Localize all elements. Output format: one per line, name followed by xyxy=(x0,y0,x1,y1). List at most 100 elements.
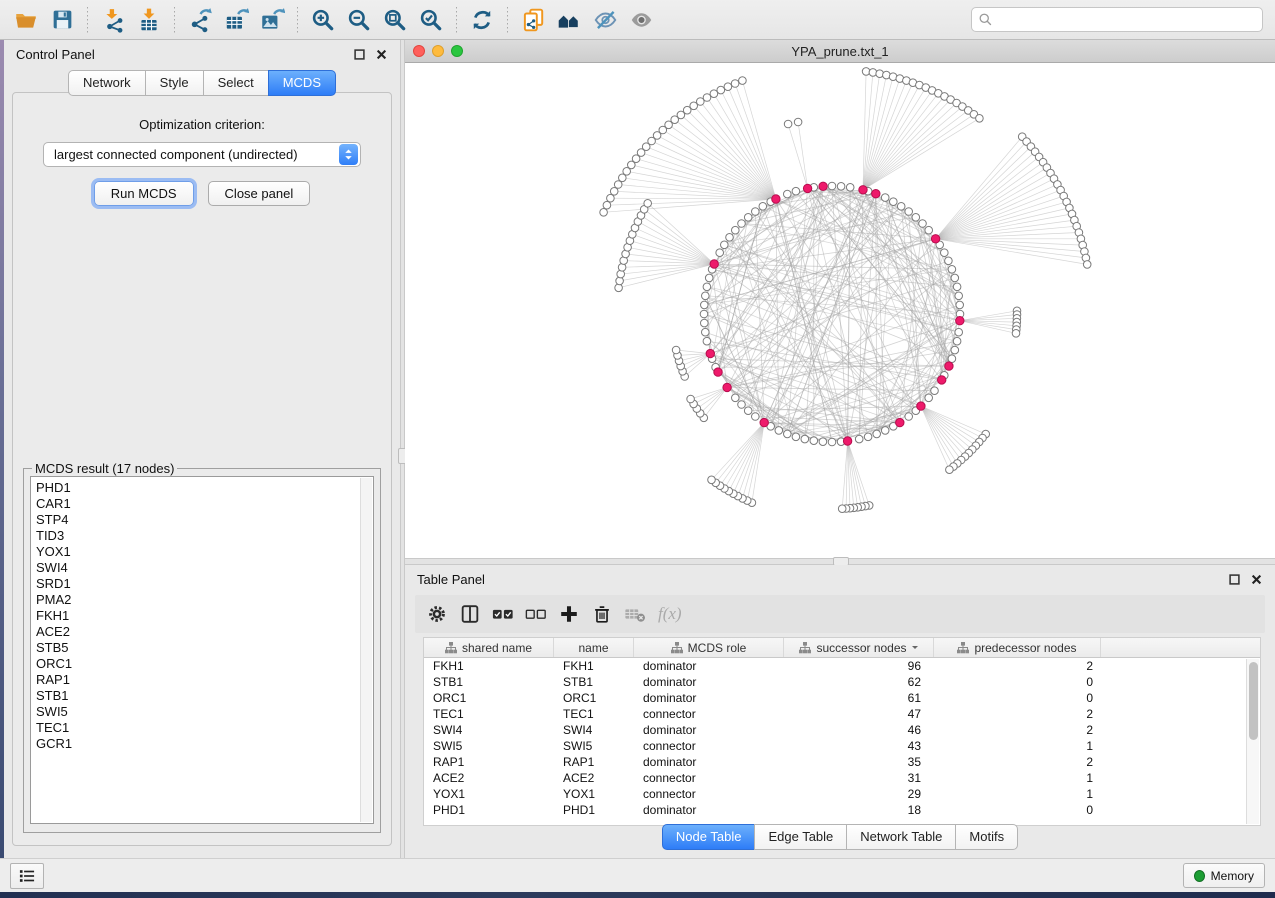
delete-table-button[interactable] xyxy=(621,599,649,629)
network-node[interactable] xyxy=(828,438,836,446)
float-panel-icon[interactable] xyxy=(352,47,366,61)
function-builder-button[interactable]: f(x) xyxy=(654,604,682,624)
network-node[interactable] xyxy=(703,94,711,102)
table-scrollbar-thumb[interactable] xyxy=(1249,662,1258,740)
mcds-result-item[interactable]: ACE2 xyxy=(36,624,373,640)
network-node-selected[interactable] xyxy=(714,368,722,376)
mcds-result-item[interactable]: SRD1 xyxy=(36,576,373,592)
column-header-shared-name[interactable]: shared name xyxy=(424,638,554,657)
table-row[interactable]: ACE2ACE2connector311 xyxy=(424,770,1260,786)
network-node[interactable] xyxy=(955,328,963,336)
export-table-button[interactable] xyxy=(218,4,254,36)
zoom-selected-button[interactable] xyxy=(413,4,449,36)
mcds-result-item[interactable]: TEC1 xyxy=(36,720,373,736)
network-node-selected[interactable] xyxy=(945,362,953,370)
table-row[interactable]: RAP1RAP1dominator352 xyxy=(424,754,1260,770)
tab-network-table[interactable]: Network Table xyxy=(846,824,956,850)
network-node-selected[interactable] xyxy=(706,349,714,357)
clone-network-button[interactable] xyxy=(515,4,551,36)
network-node[interactable] xyxy=(792,187,800,195)
network-node[interactable] xyxy=(948,355,956,363)
refresh-view-button[interactable] xyxy=(464,4,500,36)
mcds-result-item[interactable]: SWI5 xyxy=(36,704,373,720)
network-node[interactable] xyxy=(945,257,953,265)
mcds-result-item[interactable]: STB1 xyxy=(36,688,373,704)
export-network-button[interactable] xyxy=(182,4,218,36)
mcds-result-item[interactable]: PMA2 xyxy=(36,592,373,608)
column-header-name[interactable]: name xyxy=(554,638,634,657)
network-node[interactable] xyxy=(726,234,734,242)
run-mcds-button[interactable]: Run MCDS xyxy=(94,181,194,206)
mcds-result-item[interactable]: RAP1 xyxy=(36,672,373,688)
network-node[interactable] xyxy=(869,69,877,77)
network-node[interactable] xyxy=(784,120,792,128)
network-node[interactable] xyxy=(838,505,846,513)
mcds-result-item[interactable]: GCR1 xyxy=(36,736,373,752)
mcds-result-item[interactable]: SWI4 xyxy=(36,560,373,576)
column-header-successor-nodes[interactable]: successor nodes xyxy=(784,638,934,657)
close-panel-icon[interactable] xyxy=(374,47,388,61)
network-node[interactable] xyxy=(976,115,984,123)
network-node-selected[interactable] xyxy=(917,402,925,410)
import-network-button[interactable] xyxy=(95,4,131,36)
network-node[interactable] xyxy=(792,433,800,441)
network-node[interactable] xyxy=(925,394,933,402)
network-node[interactable] xyxy=(708,476,716,484)
network-node-selected[interactable] xyxy=(772,195,780,203)
network-node[interactable] xyxy=(953,283,961,291)
network-node[interactable] xyxy=(724,83,732,91)
network-node[interactable] xyxy=(732,226,740,234)
close-panel-icon[interactable] xyxy=(1249,572,1263,586)
mcds-result-item[interactable]: TID3 xyxy=(36,528,373,544)
network-node-selected[interactable] xyxy=(938,376,946,384)
network-node[interactable] xyxy=(946,466,954,474)
network-node[interactable] xyxy=(912,214,920,222)
network-node[interactable] xyxy=(775,427,783,435)
mcds-result-item[interactable]: PHD1 xyxy=(36,480,373,496)
network-node[interactable] xyxy=(687,395,695,403)
network-node[interactable] xyxy=(721,241,729,249)
network-node[interactable] xyxy=(752,208,760,216)
table-row[interactable]: ORC1ORC1dominator610 xyxy=(424,690,1260,706)
network-node[interactable] xyxy=(828,182,836,190)
select-all-columns-button[interactable] xyxy=(489,599,517,629)
network-node[interactable] xyxy=(607,194,615,202)
network-node[interactable] xyxy=(703,337,711,345)
network-node[interactable] xyxy=(731,80,739,88)
table-row[interactable]: YOX1YOX1connector291 xyxy=(424,786,1260,802)
network-node[interactable] xyxy=(956,301,964,309)
network-node[interactable] xyxy=(864,433,872,441)
hide-selected-button[interactable] xyxy=(587,4,623,36)
network-node[interactable] xyxy=(801,435,809,443)
network-node[interactable] xyxy=(890,198,898,206)
network-node[interactable] xyxy=(919,220,927,228)
network-node[interactable] xyxy=(702,292,710,300)
network-node[interactable] xyxy=(948,266,956,274)
table-row[interactable]: FKH1FKH1dominator962 xyxy=(424,658,1260,674)
network-canvas[interactable] xyxy=(405,63,1275,558)
open-file-button[interactable] xyxy=(8,4,44,36)
show-columns-button[interactable] xyxy=(456,599,484,629)
mcds-result-item[interactable]: STB5 xyxy=(36,640,373,656)
network-node[interactable] xyxy=(752,413,760,421)
network-node[interactable] xyxy=(744,407,752,415)
mcds-result-list[interactable]: PHD1CAR1STP4TID3YOX1SWI4SRD1PMA2FKH1ACE2… xyxy=(30,476,374,824)
network-node[interactable] xyxy=(603,201,611,209)
network-node[interactable] xyxy=(784,430,792,438)
float-panel-icon[interactable] xyxy=(1227,572,1241,586)
tab-mcds[interactable]: MCDS xyxy=(268,70,336,96)
network-node-selected[interactable] xyxy=(819,182,827,190)
network-node[interactable] xyxy=(710,90,718,98)
network-node[interactable] xyxy=(700,310,708,318)
task-history-button[interactable] xyxy=(10,863,44,889)
tab-network[interactable]: Network xyxy=(68,70,146,96)
mcds-result-item[interactable]: STP4 xyxy=(36,512,373,528)
network-node[interactable] xyxy=(705,274,713,282)
network-node-selected[interactable] xyxy=(843,437,851,445)
table-scrollbar[interactable] xyxy=(1246,659,1259,824)
network-node[interactable] xyxy=(837,183,845,191)
network-node-selected[interactable] xyxy=(896,418,904,426)
mcds-result-item[interactable]: ORC1 xyxy=(36,656,373,672)
mcds-result-item[interactable]: FKH1 xyxy=(36,608,373,624)
zoom-fit-button[interactable] xyxy=(377,4,413,36)
